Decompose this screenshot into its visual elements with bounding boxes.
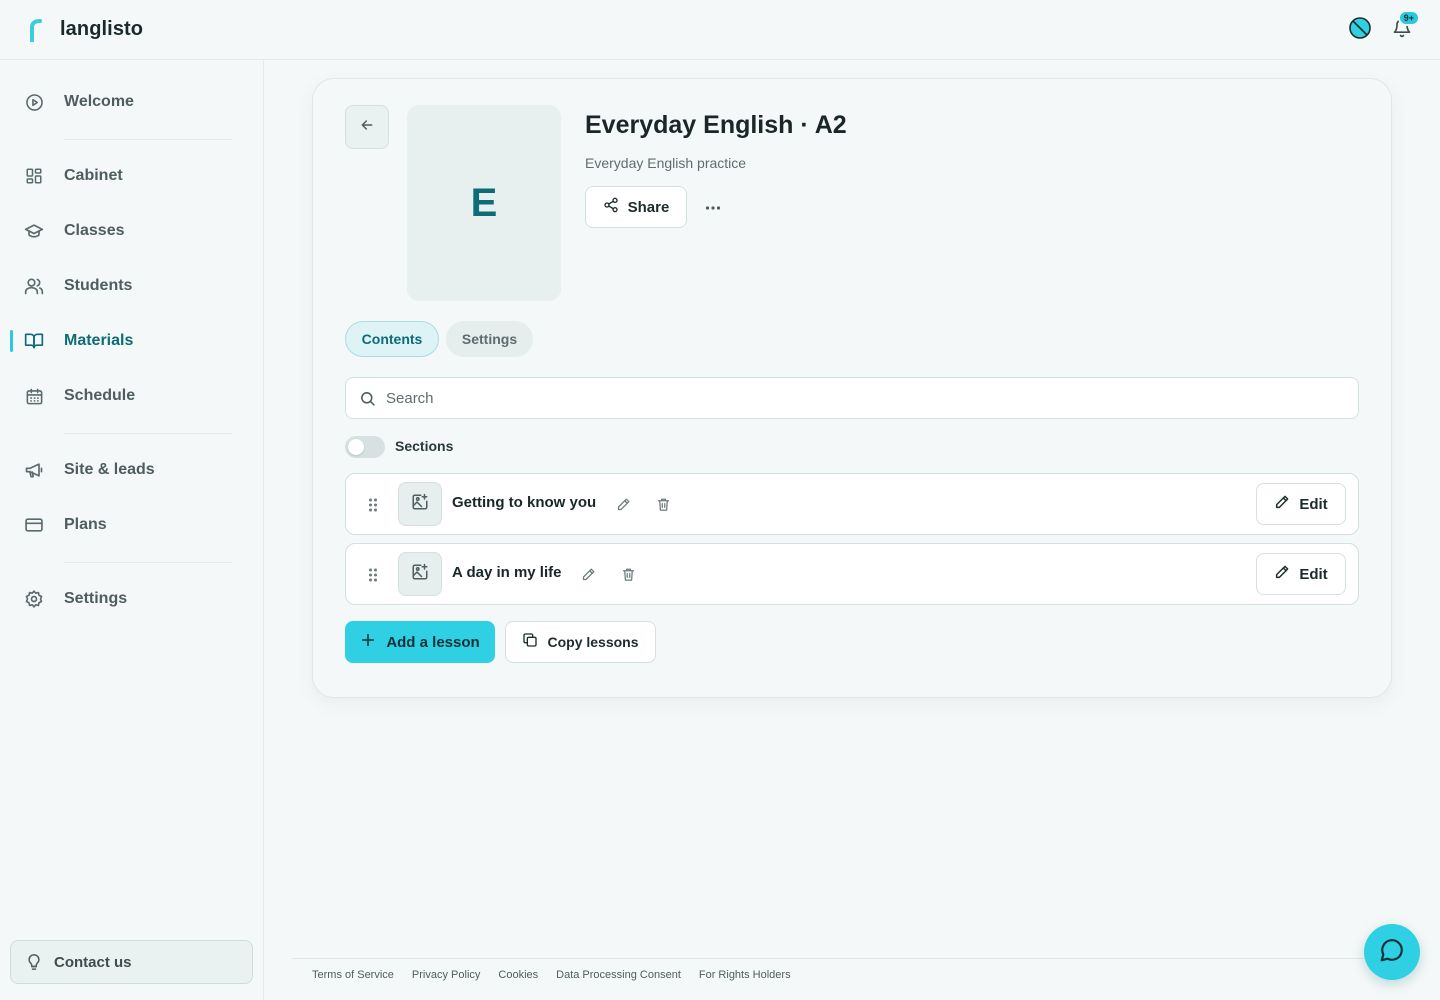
theme-toggle-icon[interactable] [1348, 16, 1372, 40]
lightbulb-icon [25, 953, 43, 971]
copy-lessons-label: Copy lessons [547, 634, 639, 650]
toggle-knob [348, 439, 364, 455]
share-icon [603, 197, 619, 218]
sidebar-item-label: Plans [64, 516, 107, 533]
footer-link-privacy[interactable]: Privacy Policy [412, 969, 480, 981]
cover-letter: E [470, 180, 498, 225]
footer-link-cookies[interactable]: Cookies [498, 969, 538, 981]
lesson-thumbnail[interactable] [398, 482, 442, 526]
contact-us-button[interactable]: Contact us [10, 940, 253, 984]
more-options-button[interactable] [701, 195, 725, 219]
edit-label: Edit [1299, 565, 1328, 583]
top-bar: langlisto 9+ [0, 0, 1440, 60]
brand-name: langlisto [60, 18, 144, 40]
sidebar-item-label: Classes [64, 222, 125, 239]
sidebar: Welcome Cabinet Classes Students Materia… [0, 60, 264, 1000]
edit-lesson-button[interactable]: Edit [1256, 483, 1346, 525]
share-button[interactable]: Share [585, 186, 687, 228]
drag-handle-icon[interactable] [364, 564, 382, 586]
notification-bell-icon[interactable]: 9+ [1390, 10, 1420, 40]
copy-lessons-button[interactable]: Copy lessons [505, 621, 656, 663]
add-lesson-button[interactable]: Add a lesson [345, 621, 495, 663]
sidebar-item-welcome[interactable]: Welcome [0, 82, 264, 122]
ellipsis-icon [705, 198, 721, 216]
lesson-title: Getting to know you [452, 494, 597, 511]
image-add-icon [411, 493, 429, 516]
edit-label: Edit [1299, 495, 1328, 513]
page-title: Everyday English · A2 [585, 111, 847, 139]
add-lesson-label: Add a lesson [386, 633, 480, 651]
sidebar-item-label: Materials [64, 332, 134, 349]
image-add-icon [411, 563, 429, 586]
credit-card-icon [24, 515, 44, 535]
sidebar-item-label: Welcome [64, 93, 134, 110]
sidebar-item-settings[interactable]: Settings [0, 579, 264, 619]
lesson-row[interactable]: A day in my life Edit [345, 543, 1359, 605]
sidebar-item-site-leads[interactable]: Site & leads [0, 450, 264, 490]
search-input[interactable] [386, 389, 1326, 407]
sidebar-item-label: Site & leads [64, 461, 155, 478]
copy-icon [522, 632, 538, 653]
search-icon [358, 389, 376, 407]
sidebar-item-materials[interactable]: Materials [0, 321, 264, 361]
course-card: E Everyday English · A2 Everyday English… [312, 78, 1392, 698]
footer-link-terms[interactable]: Terms of Service [312, 969, 394, 981]
back-button[interactable] [345, 105, 389, 149]
sidebar-item-label: Settings [64, 590, 128, 607]
sidebar-item-label: Cabinet [64, 167, 123, 184]
edit-lesson-button[interactable]: Edit [1256, 553, 1346, 595]
rename-pencil-icon[interactable] [578, 564, 598, 584]
trash-icon[interactable] [618, 564, 638, 584]
trash-icon[interactable] [653, 494, 673, 514]
brand-logo-icon [26, 17, 46, 43]
tab-contents[interactable]: Contents [345, 321, 439, 357]
sections-toggle[interactable] [345, 436, 385, 458]
users-icon [24, 276, 44, 296]
sidebar-divider [64, 562, 232, 563]
sidebar-item-plans[interactable]: Plans [0, 505, 264, 545]
pencil-icon [1274, 494, 1290, 515]
pencil-icon [1274, 564, 1290, 585]
top-right-controls: 9+ [1348, 10, 1420, 40]
tab-settings[interactable]: Settings [446, 321, 533, 357]
course-subtitle: Everyday English practice [585, 155, 747, 171]
sidebar-item-students[interactable]: Students [0, 266, 264, 306]
graduation-cap-icon [24, 221, 44, 241]
sidebar-item-cabinet[interactable]: Cabinet [0, 156, 264, 196]
gear-icon [24, 589, 44, 609]
contact-us-label: Contact us [54, 953, 132, 971]
sections-toggle-label: Sections [395, 438, 454, 454]
play-circle-icon [24, 92, 44, 112]
sidebar-item-schedule[interactable]: Schedule [0, 376, 264, 416]
share-label: Share [627, 198, 670, 216]
footer: Terms of Service Privacy Policy Cookies … [312, 969, 791, 981]
sidebar-divider [64, 139, 232, 140]
plus-icon [360, 632, 376, 653]
arrow-left-icon [359, 117, 375, 138]
sidebar-divider [64, 433, 232, 434]
course-cover[interactable]: E [407, 105, 561, 301]
drag-handle-icon[interactable] [364, 494, 382, 516]
book-open-icon [24, 331, 44, 351]
footer-divider [292, 958, 1412, 959]
brand[interactable]: langlisto [26, 17, 143, 43]
sidebar-item-label: Students [64, 277, 133, 294]
search-box[interactable] [345, 377, 1359, 419]
chat-bubble-icon [1379, 937, 1405, 968]
lesson-row[interactable]: Getting to know you Edit [345, 473, 1359, 535]
dashboard-grid-icon [24, 166, 44, 186]
sidebar-item-label: Schedule [64, 387, 136, 404]
lesson-title: A day in my life [452, 564, 562, 581]
megaphone-icon [24, 460, 44, 480]
lesson-thumbnail[interactable] [398, 552, 442, 596]
notification-badge: 9+ [1397, 10, 1420, 26]
calendar-icon [24, 386, 44, 406]
footer-link-rights-holders[interactable]: For Rights Holders [699, 969, 791, 981]
footer-link-data-processing[interactable]: Data Processing Consent [556, 969, 681, 981]
sidebar-item-classes[interactable]: Classes [0, 211, 264, 251]
chat-button[interactable] [1364, 924, 1420, 980]
rename-pencil-icon[interactable] [613, 494, 633, 514]
